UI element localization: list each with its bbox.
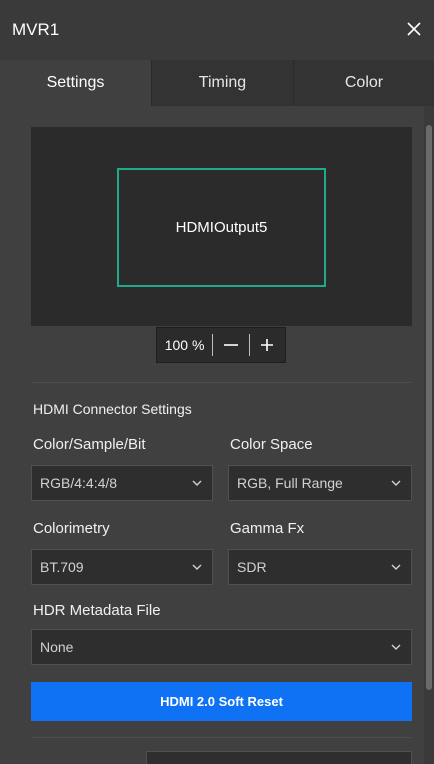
colorimetry-value: BT.709 (40, 559, 84, 575)
output-label: HDMIOutput5 (175, 219, 268, 236)
gamma-fx-label: Gamma Fx (230, 520, 305, 537)
plus-icon[interactable] (250, 328, 285, 362)
chevron-down-icon (381, 479, 411, 487)
section-title: HDMI Connector Settings (33, 401, 192, 417)
output-preview: HDMIOutput5 (31, 127, 412, 326)
divider (31, 382, 412, 383)
minus-icon[interactable] (213, 328, 248, 362)
gamma-fx-value: SDR (237, 559, 267, 575)
divider (31, 737, 412, 738)
zoom-level: 100 % (164, 337, 205, 353)
scrollbar-thumb[interactable] (426, 125, 432, 690)
reset-button-label: HDMI 2.0 Soft Reset (160, 694, 283, 709)
zoom-control: 100 % (156, 327, 286, 363)
hdr-metadata-label: HDR Metadata File (33, 602, 161, 619)
chevron-down-icon (182, 563, 212, 571)
window-title: MVR1 (12, 20, 60, 39)
tab-settings[interactable]: Settings (0, 60, 151, 106)
color-space-label: Color Space (230, 436, 313, 453)
title-bar: MVR1 (0, 0, 434, 60)
output-frame[interactable]: HDMIOutput5 (117, 168, 326, 287)
color-sample-bit-label: Color/Sample/Bit (33, 436, 146, 453)
close-icon[interactable] (402, 17, 426, 41)
gamma-fx-select[interactable]: SDR (228, 549, 412, 585)
partial-field[interactable] (146, 751, 412, 764)
color-space-value: RGB, Full Range (237, 475, 343, 491)
color-sample-bit-value: RGB/4:4:4/8 (40, 475, 118, 491)
hdr-metadata-select[interactable]: None (31, 629, 412, 665)
chevron-down-icon (182, 479, 212, 487)
chevron-down-icon (381, 563, 411, 571)
tab-bar: Settings Timing Color (0, 60, 434, 106)
color-sample-bit-select[interactable]: RGB/4:4:4/8 (31, 465, 213, 501)
colorimetry-label: Colorimetry (33, 520, 110, 537)
tab-color[interactable]: Color (294, 60, 434, 106)
hdr-metadata-value: None (40, 639, 74, 655)
colorimetry-select[interactable]: BT.709 (31, 549, 213, 585)
color-space-select[interactable]: RGB, Full Range (228, 465, 412, 501)
tab-timing[interactable]: Timing (152, 60, 293, 106)
chevron-down-icon (381, 643, 411, 651)
hdmi-soft-reset-button[interactable]: HDMI 2.0 Soft Reset (31, 682, 412, 721)
